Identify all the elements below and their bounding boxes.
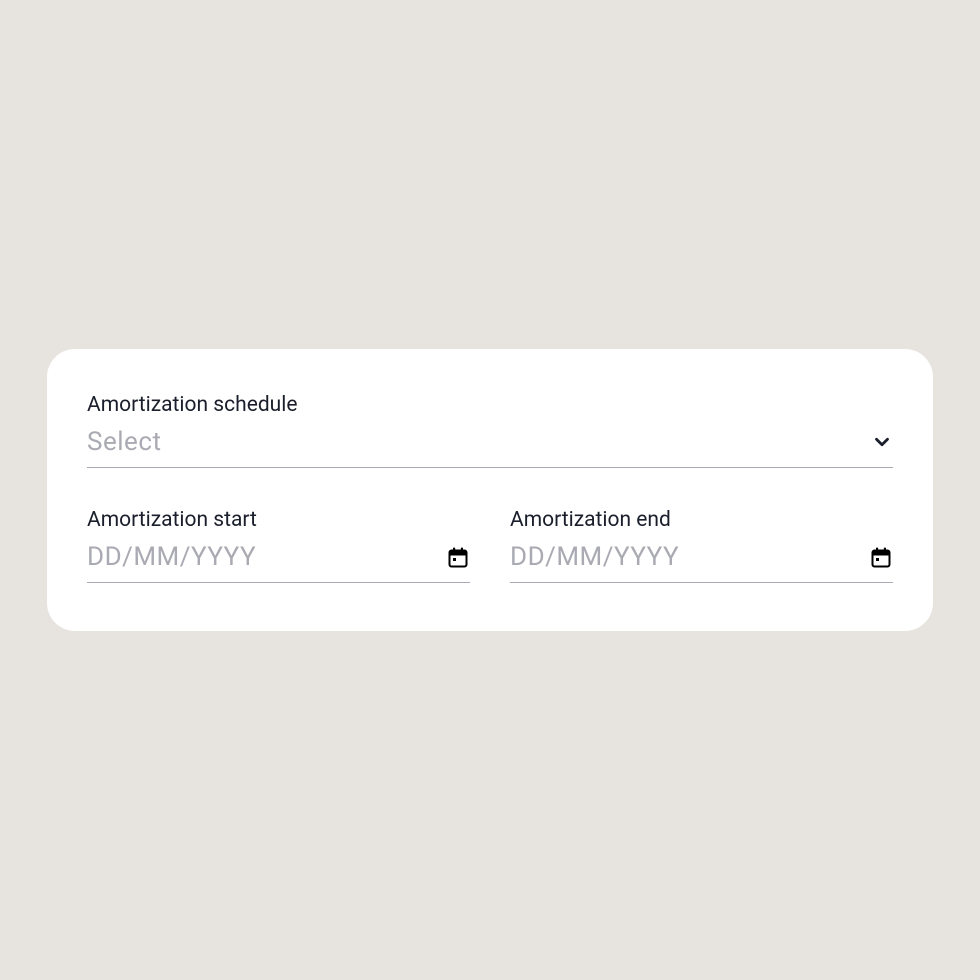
schedule-select[interactable]: Select (87, 427, 893, 468)
end-label: Amortization end (510, 508, 893, 532)
start-label: Amortization start (87, 508, 470, 532)
start-placeholder: DD/MM/YYYY (87, 542, 256, 572)
date-row: Amortization start DD/MM/YYYY Amortizati… (87, 508, 893, 583)
calendar-icon (446, 545, 470, 569)
start-field: Amortization start DD/MM/YYYY (87, 508, 470, 583)
end-field: Amortization end DD/MM/YYYY (510, 508, 893, 583)
end-date-input[interactable]: DD/MM/YYYY (510, 542, 893, 583)
end-placeholder: DD/MM/YYYY (510, 542, 679, 572)
chevron-down-icon (871, 431, 893, 453)
schedule-label: Amortization schedule (87, 393, 893, 417)
schedule-field: Amortization schedule Select (87, 393, 893, 468)
start-date-input[interactable]: DD/MM/YYYY (87, 542, 470, 583)
amortization-card: Amortization schedule Select Amortizatio… (47, 349, 933, 631)
calendar-icon (869, 545, 893, 569)
schedule-placeholder: Select (87, 427, 161, 457)
